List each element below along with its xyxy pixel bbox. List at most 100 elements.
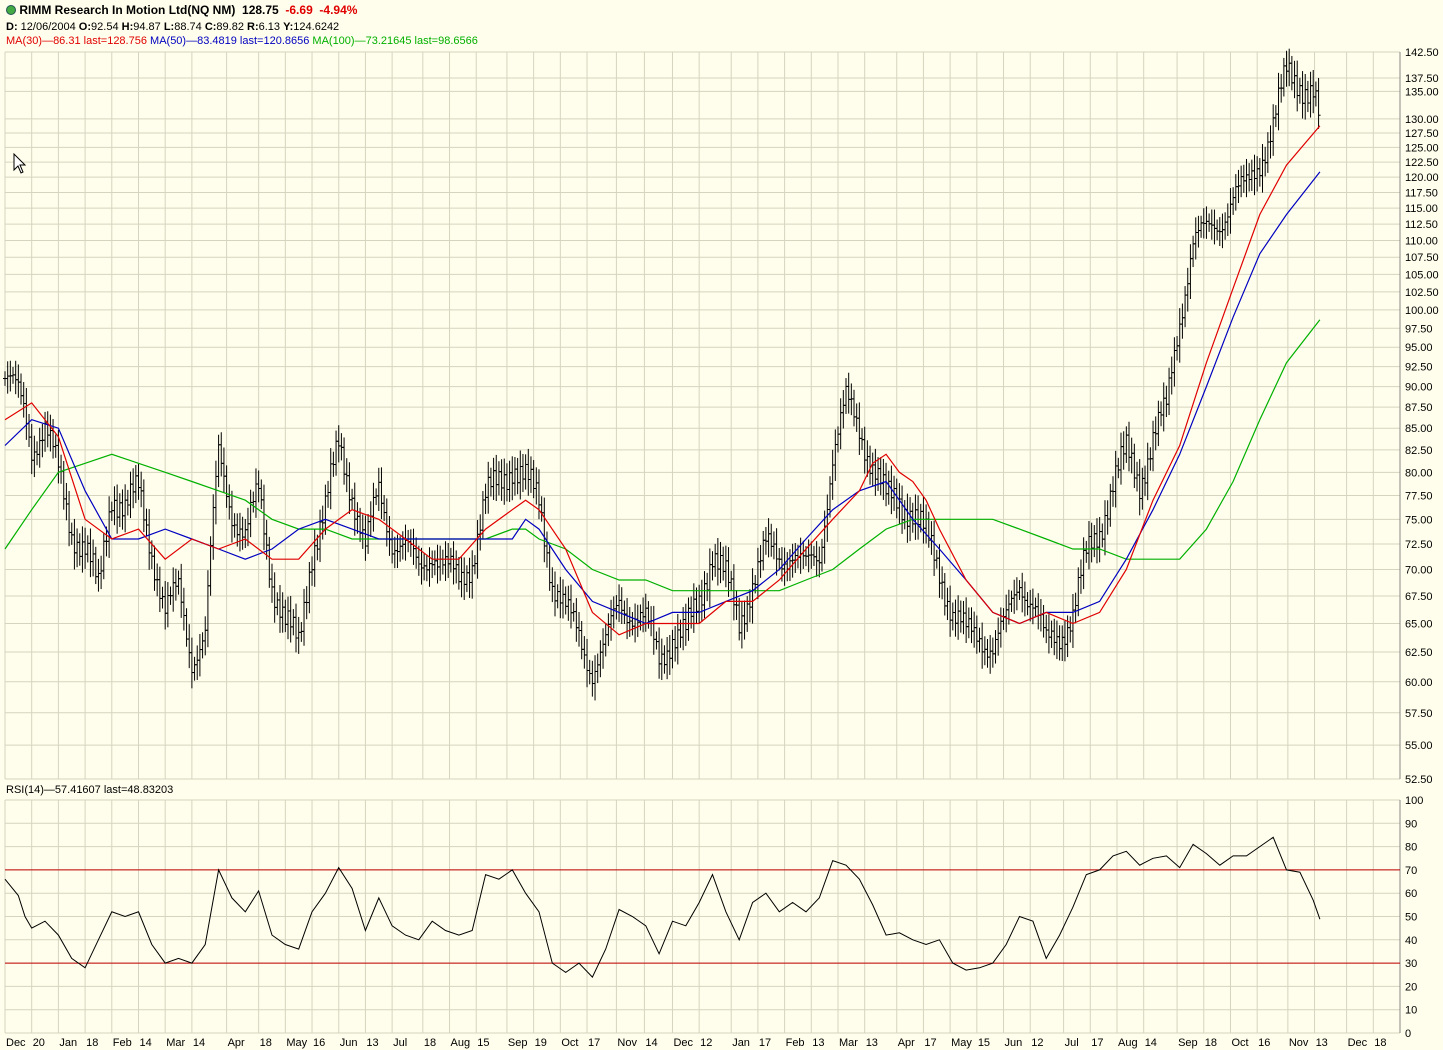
ohlc-bar [1137, 459, 1142, 516]
ohlc-bar [1204, 206, 1209, 239]
ohlc-bar [125, 489, 130, 516]
ohlc-bar [1108, 483, 1113, 527]
ohlc-bar [710, 551, 715, 581]
ohlc-bar [1252, 154, 1257, 196]
rsi-name: RSI(14) [6, 784, 44, 796]
ohlc-bar [454, 550, 459, 584]
ohlc-bar [237, 512, 242, 552]
ohlc-bar [502, 458, 507, 505]
rsi-tick-label: 20 [1405, 981, 1417, 993]
ohlc-bar [940, 566, 945, 600]
ohlc-bar [171, 567, 176, 612]
price-tick-label: 87.50 [1405, 402, 1433, 414]
ohlc-bar [1105, 500, 1110, 535]
ma100-line [4, 319, 1321, 592]
x-tick-label: Mar [166, 1037, 185, 1049]
x-tick-label: 18 [424, 1037, 436, 1049]
ohlc-bar [531, 460, 536, 499]
ohlc-bar [1292, 60, 1297, 99]
ohlc-bar [1145, 442, 1150, 501]
ohlc-bar [603, 622, 608, 657]
ma30-value: 86.31 [53, 35, 81, 47]
x-tick-label: Dec [1348, 1037, 1368, 1049]
ohlc-bar [1260, 144, 1265, 193]
ohlc-bar [336, 425, 341, 463]
ohlc-bar [747, 589, 752, 623]
ohlc-bar [1028, 589, 1033, 622]
price-tick-label: 135.00 [1405, 86, 1439, 98]
ohlc-bar [665, 637, 670, 680]
moving-average-legend: MA(30)—86.31 last=128.756 MA(50)—83.4819… [6, 35, 478, 47]
ohlc-bar [277, 585, 282, 633]
x-tick-label: 12 [700, 1037, 712, 1049]
ohlc-bar [558, 576, 563, 619]
price-y-axis: 52.50 55.00 57.50 60.00 62.50 65.00 67.50 70.00… [1405, 47, 1439, 786]
ohlc-bar [774, 528, 779, 576]
ohlc-bar [667, 634, 672, 675]
ohlc-bar [1220, 213, 1225, 249]
stock-chart: 52.50 55.00 57.50 60.00 62.50 65.00 67.50 70.00… [3, 47, 1439, 1049]
price-tick-label: 107.50 [1405, 252, 1439, 264]
moving-average-lines [4, 125, 1321, 636]
ohlc-bar [675, 613, 680, 665]
price-tick-label: 112.50 [1405, 219, 1438, 231]
rsi-y-axis: 0 10 20 30 40 50 60 70 80 90 100 [1405, 795, 1423, 1040]
ohlc-bar [48, 414, 53, 452]
x-tick-label: Oct [561, 1037, 578, 1049]
ohlc-bar [424, 554, 429, 582]
ohlc-bar [1092, 525, 1097, 558]
ohlc-bar [755, 547, 760, 600]
ohlc-bar [718, 541, 723, 584]
rsi-tick-label: 60 [1405, 888, 1417, 900]
x-tick-label: Feb [786, 1037, 805, 1049]
ohlc-bar [29, 423, 34, 475]
ohlc-bar [1135, 461, 1140, 492]
ohlc-bar [184, 608, 189, 647]
ohlc-bar [310, 556, 315, 586]
mouse-pointer-icon [13, 153, 27, 174]
ohlc-bar [37, 427, 42, 468]
date-value: 12/06/2004 [20, 21, 76, 33]
ohlc-bar [1054, 620, 1059, 660]
ohlc-bar [1297, 77, 1302, 104]
x-tick-label: Mar [839, 1037, 858, 1049]
ohlc-bar [219, 432, 224, 477]
ohlc-bar [64, 482, 69, 521]
ohlc-bar [1009, 590, 1014, 612]
ohlc-bar [483, 483, 488, 514]
ohlc-bar [398, 536, 403, 562]
ohlc-bar [443, 541, 448, 581]
x-tick-label: Feb [113, 1037, 132, 1049]
ohlc-bar [187, 624, 192, 669]
ohlc-bar [830, 449, 835, 500]
ohlc-bar [323, 484, 328, 535]
rsi-lines [4, 836, 1400, 978]
ohlc-bar [1265, 132, 1270, 173]
ohlc-bar [267, 536, 272, 588]
ohlc-bar [136, 463, 141, 500]
ohlc-bar [739, 600, 744, 649]
rsi-tick-label: 40 [1405, 935, 1417, 947]
ohlc-bar [69, 522, 74, 545]
ohlc-bar [897, 483, 902, 525]
ohlc-bar [99, 555, 104, 590]
ohlc-bar [109, 501, 114, 521]
ohlc-bar [181, 587, 186, 631]
x-tick-label: Dec [6, 1037, 26, 1049]
x-tick-label: Jul [393, 1037, 407, 1049]
ohlc-bar [467, 557, 472, 598]
ohlc-bar [707, 548, 712, 608]
ohlc-bar [569, 584, 574, 629]
ohlc-bar [577, 611, 582, 647]
ohlc-bar [272, 572, 277, 623]
ohlc-bar [1052, 618, 1057, 656]
x-tick-label: 17 [588, 1037, 600, 1049]
ohlc-bar [392, 536, 397, 569]
ohlc-bar [387, 515, 392, 556]
ohlc-bar [1017, 580, 1022, 600]
ohlc-bar [782, 547, 787, 586]
ohlc-bar [1070, 594, 1075, 648]
ohlc-bar [32, 435, 37, 478]
ohlc-bar [870, 452, 875, 487]
x-tick-label: Dec [673, 1037, 693, 1049]
